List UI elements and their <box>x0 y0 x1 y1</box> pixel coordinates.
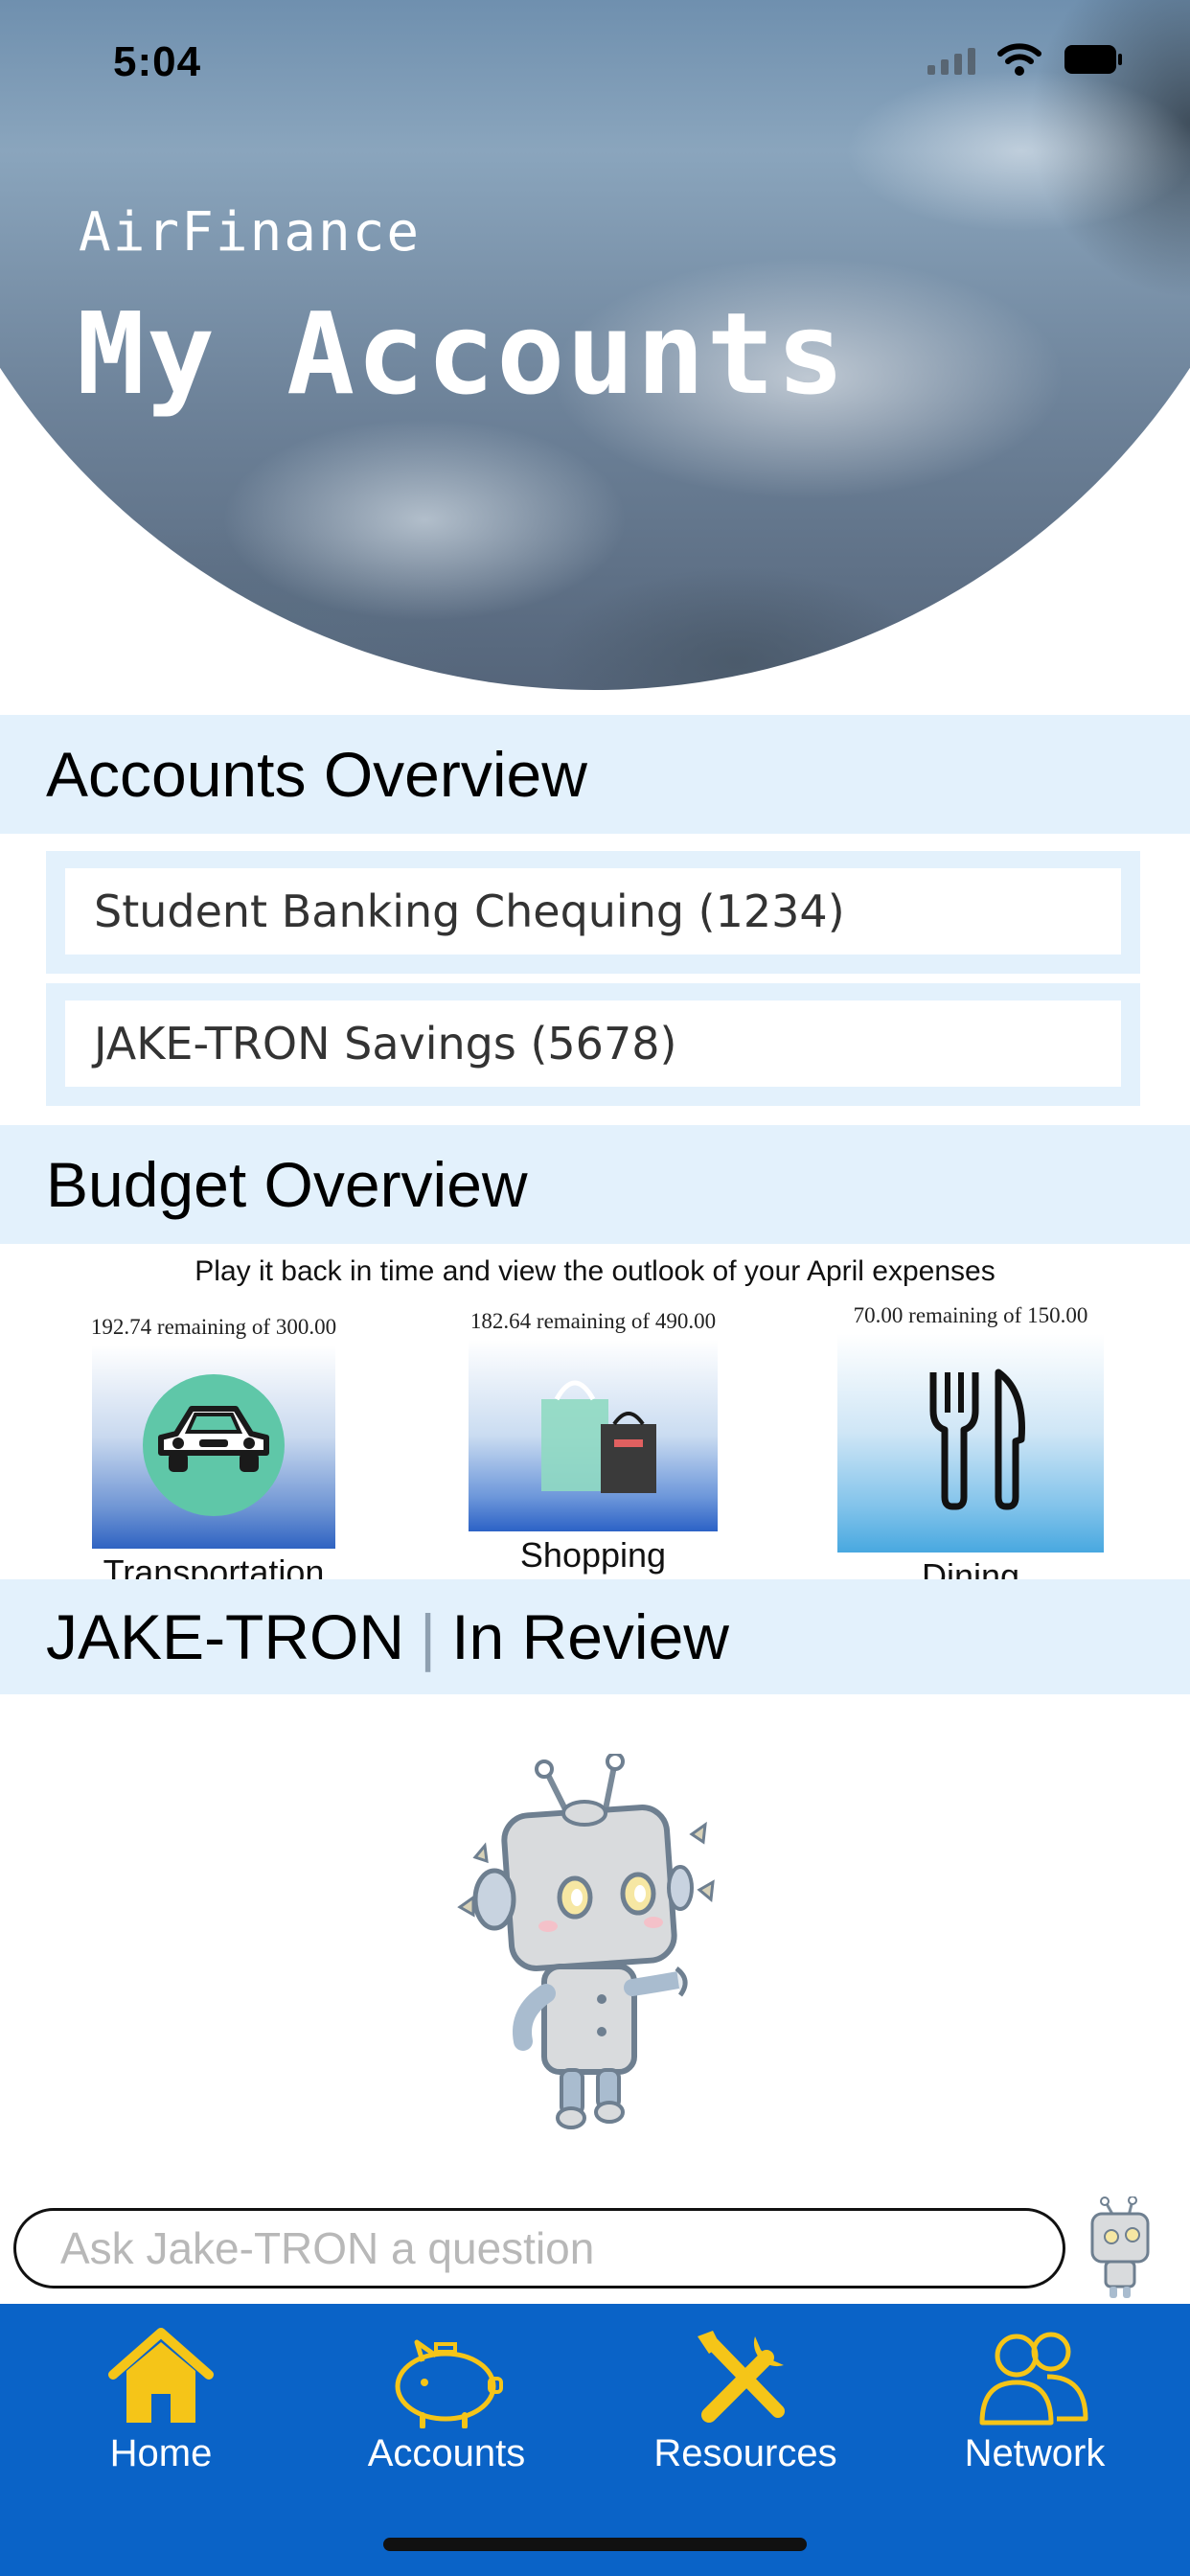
signal-icon <box>927 44 975 75</box>
shopping-bag-icon <box>541 1380 656 1493</box>
tab-accounts[interactable]: Accounts <box>332 2323 561 2475</box>
budget-remaining-text: 70.00 remaining of 150.00 <box>853 1303 1088 1327</box>
accounts-overview-header: Accounts Overview <box>0 715 1190 834</box>
status-time: 5:04 <box>113 38 202 85</box>
tab-network[interactable]: Network <box>920 2323 1150 2475</box>
budget-card-shopping[interactable]: 182.64 remaining of 490.00 Shopping <box>466 1309 721 1576</box>
tab-label: Accounts <box>367 2432 526 2474</box>
budget-tile <box>92 1346 335 1549</box>
fork-knife-icon <box>929 1368 1025 1510</box>
tab-resources[interactable]: Resources <box>630 2323 860 2475</box>
accounts-overview-title: Accounts Overview <box>46 739 587 810</box>
tools-icon <box>698 2331 785 2423</box>
home-indicator[interactable] <box>383 2538 807 2551</box>
account-label: JAKE-TRON Savings (5678) <box>65 1000 1121 1087</box>
review-brand: JAKE-TRON <box>46 1601 405 1672</box>
budget-card-dining[interactable]: 70.00 remaining of 150.00 Dining <box>835 1303 1106 1597</box>
account-row-savings[interactable]: JAKE-TRON Savings (5678) <box>46 983 1140 1106</box>
car-icon <box>143 1374 285 1516</box>
budget-remaining-text: 182.64 remaining of 490.00 <box>469 1309 717 1333</box>
tab-home[interactable]: Home <box>46 2323 276 2475</box>
hero-banner: 5:04 AirFinance My Accounts <box>0 0 1190 690</box>
budget-overview-title: Budget Overview <box>46 1149 528 1220</box>
ask-jake-tron-input[interactable] <box>13 2208 1065 2288</box>
app-name: AirFinance <box>79 201 422 264</box>
budget-remaining-text: 192.74 remaining of 300.00 <box>90 1315 337 1339</box>
people-icon <box>979 2332 1088 2426</box>
budget-tile <box>837 1334 1104 1552</box>
tab-label: Home <box>109 2432 213 2474</box>
budget-card-transportation[interactable]: 192.74 remaining of 300.00 Transportatio… <box>84 1315 343 1593</box>
review-label: In Review <box>451 1601 729 1672</box>
home-icon <box>108 2328 214 2423</box>
review-header: JAKE-TRON | In Review <box>0 1579 1190 1694</box>
budget-category-name: Shopping <box>519 1535 667 1575</box>
account-label: Student Banking Chequing (1234) <box>65 868 1121 954</box>
budget-overview-header: Budget Overview <box>0 1125 1190 1244</box>
account-list: Student Banking Chequing (1234) JAKE-TRO… <box>46 851 1140 1116</box>
account-row-chequing[interactable]: Student Banking Chequing (1234) <box>46 851 1140 974</box>
review-separator: | <box>420 1601 437 1672</box>
piggy-bank-icon <box>395 2339 503 2428</box>
page-title: My Accounts <box>77 288 847 420</box>
tab-bar: Home Accounts Resources Network <box>0 2304 1190 2576</box>
tab-label: Resources <box>653 2432 837 2474</box>
budget-subtitle: Play it back in time and view the outloo… <box>195 1255 995 1287</box>
status-icons <box>927 42 1123 77</box>
wifi-icon <box>996 42 1042 77</box>
battery-icon <box>1064 44 1123 75</box>
budget-tile <box>469 1340 718 1531</box>
tab-label: Network <box>964 2432 1106 2474</box>
robot-avatar-icon[interactable] <box>1075 2196 1163 2302</box>
robot-mascot-icon <box>457 1754 715 2129</box>
